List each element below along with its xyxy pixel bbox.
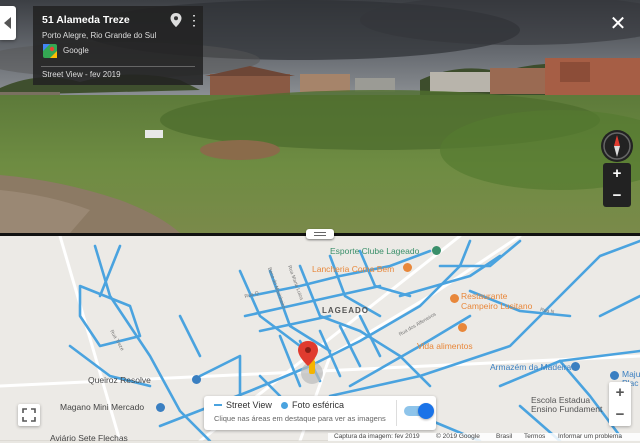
capture-date: Street View - fev 2019 (42, 70, 121, 79)
terms-link[interactable]: Termos (524, 433, 545, 440)
restaurant-icon[interactable] (403, 263, 412, 272)
poi-label-queiroz[interactable]: Queiroz Resolve (88, 375, 151, 385)
grocery-icon[interactable] (458, 323, 467, 332)
poi-label-lancheria[interactable]: Lancheria Coma Bem (312, 264, 394, 274)
neighborhood-label: LAGEADO (322, 306, 369, 315)
poi-label-esporte[interactable]: Esporte Clube Lageado (330, 246, 419, 256)
park-icon[interactable] (432, 246, 441, 255)
map-zoom-out-button[interactable]: − (609, 404, 631, 426)
expand-map-button[interactable] (18, 404, 40, 426)
layer-hint: Clique nas áreas em destaque para ver as… (214, 414, 386, 423)
divider (396, 400, 397, 426)
store-icon[interactable] (610, 371, 619, 380)
photo-sphere-icon (281, 402, 288, 409)
store-icon[interactable] (192, 375, 201, 384)
poi-label-restaurante-2[interactable]: Campeiro Lusitano (461, 301, 532, 311)
poi-label-escola-2[interactable]: Ensino Fundament (531, 404, 602, 414)
map-zoom-controls: + − (609, 382, 631, 426)
more-options-icon[interactable]: ⋮ (187, 13, 201, 29)
panorama-zoom-controls: + − (603, 163, 631, 207)
address-title: 51 Alameda Treze (42, 14, 130, 26)
country-link[interactable]: Brasil (496, 433, 512, 440)
fullscreen-icon (22, 408, 36, 422)
store-icon[interactable] (571, 362, 580, 371)
divider (41, 66, 195, 67)
poi-label-armazem[interactable]: Armazém da Madeira (490, 362, 571, 372)
map-footer: Captura da imagem: fev 2019 © 2019 Googl… (328, 433, 640, 441)
toggle-knob[interactable] (418, 403, 434, 419)
poi-label-aviario[interactable]: Aviário Sete Flechas (50, 433, 128, 443)
poi-label-vida[interactable]: Vida alimentos (417, 341, 473, 351)
google-maps-icon (43, 44, 57, 58)
poi-label-magano[interactable]: Magano Mini Mercado (60, 402, 144, 412)
close-icon[interactable]: ✕ (608, 14, 628, 34)
resize-handle[interactable] (306, 229, 334, 239)
copyright: © 2019 Google (436, 433, 480, 440)
restaurant-icon[interactable] (450, 294, 459, 303)
report-link[interactable]: Informar um problema (558, 433, 622, 440)
compass-control[interactable] (601, 130, 633, 162)
city-label: Porto Alegre, Rio Grande do Sul (42, 31, 157, 40)
capture-info: Captura da imagem: fev 2019 (334, 433, 420, 440)
poi-label-restaurante[interactable]: Restaurante (461, 291, 507, 301)
map-zoom-in-button[interactable]: + (609, 382, 631, 404)
street-view-line-icon (214, 404, 222, 406)
compass-icon (603, 132, 631, 160)
provider-label: Google (63, 46, 89, 55)
zoom-in-button[interactable]: + (603, 163, 631, 185)
street-view-layer-toggle: Street View Foto esférica Clique nas áre… (204, 396, 436, 430)
store-icon[interactable] (156, 403, 165, 412)
map-pin-icon[interactable] (170, 13, 182, 27)
location-info-card: 51 Alameda Treze Porto Alegre, Rio Grand… (33, 6, 203, 85)
photo-sphere-legend: Foto esférica (292, 400, 345, 410)
street-view-legend: Street View (226, 400, 272, 410)
collapse-panel-button[interactable] (0, 6, 16, 40)
chevron-left-icon (4, 17, 11, 29)
zoom-out-button[interactable]: − (603, 185, 631, 207)
